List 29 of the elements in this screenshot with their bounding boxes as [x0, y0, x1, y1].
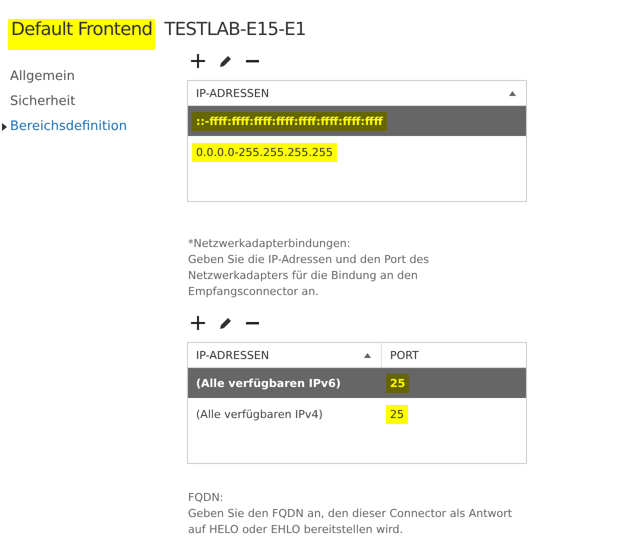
table-cell: 0.0.0.0-255.255.255.255 [192, 142, 337, 162]
add-icon[interactable] [191, 316, 205, 330]
table-cell-text: (Alle verfügbaren IPv4) [195, 406, 324, 422]
page-title: Default Frontend [8, 19, 156, 50]
sidebar-item[interactable]: Bereichsdefinition [0, 119, 127, 134]
help-text: Geben Sie den FQDN an, den dieser Connector als Antwort auf HELO oder EHLO bereitstellen wird. [188, 506, 514, 538]
sidebar-item[interactable]: Sicherheit [0, 94, 76, 109]
column-header[interactable]: IP-ADRESSEN [188, 343, 381, 367]
field-label: FQDN: [188, 490, 224, 506]
field-label: *Netzwerkadapterbindungen: [188, 236, 352, 252]
table-cell: 25 [386, 374, 410, 392]
table-row[interactable]: (Alle verfügbaren IPv4) 25 [188, 399, 526, 429]
table-row[interactable]: (Alle verfügbaren IPv6) 25 [188, 368, 526, 398]
remove-icon[interactable] [246, 60, 259, 62]
table-cell-text: (Alle verfügbaren IPv6) [195, 376, 342, 392]
table-row[interactable]: 0.0.0.0-255.255.255.255 [188, 137, 526, 167]
add-icon[interactable] [191, 54, 205, 68]
sidebar-item[interactable]: Allgemein [0, 69, 75, 84]
page-title: TESTLAB-E15-E1 [163, 19, 307, 42]
selected-arrow-icon [2, 122, 7, 130]
table-cell: 25 [386, 404, 408, 424]
remove-icon[interactable] [246, 322, 259, 324]
pencil-icon[interactable] [219, 316, 232, 330]
table-row[interactable]: ::-ffff:ffff:ffff:ffff:ffff:ffff:ffff:ffff [188, 106, 526, 136]
pencil-icon[interactable] [219, 54, 232, 68]
column-header[interactable]: PORT [381, 343, 526, 367]
help-text: Geben Sie die IP-Adressen und den Port des Netzwerkadapters für die Bindung an den Empfangsconnector an. [188, 252, 430, 300]
table-cell: ::-ffff:ffff:ffff:ffff:ffff:ffff:ffff:ffff [192, 112, 387, 130]
column-header[interactable]: IP-ADRESSEN [188, 81, 526, 105]
